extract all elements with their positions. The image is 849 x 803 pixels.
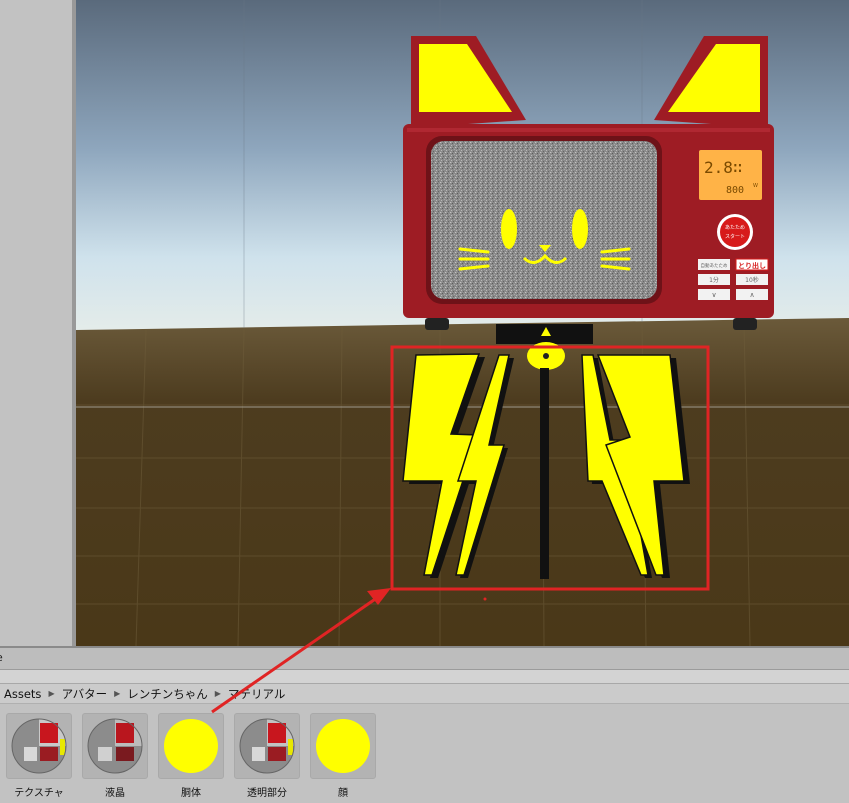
project-tab-bar: e: [0, 648, 849, 670]
asset-label: 液晶: [105, 788, 125, 799]
yellow-sphere-icon: [310, 713, 376, 779]
start-button-label-1: あたため: [725, 225, 745, 231]
breadcrumb: Assets ▶ アバター ▶ レンチンちゃん ▶ マテリアル: [0, 684, 849, 704]
asset-grid: テクスチャ 液晶 胴体 透明部分 顔: [0, 704, 849, 803]
breadcrumb-item-avatar[interactable]: アバター: [60, 686, 110, 702]
microwave-window: [431, 141, 657, 299]
panel-button-label-4: 10秒: [745, 276, 759, 284]
panel-button-label-1: 自動あたため: [701, 262, 728, 269]
right-foot: [733, 318, 757, 330]
asset-item-face[interactable]: 顔: [310, 713, 376, 799]
microwave-body-highlight: [407, 128, 770, 132]
breadcrumb-item-renchin[interactable]: レンチンちゃん: [125, 686, 210, 702]
breadcrumb-arrow-icon: ▶: [48, 689, 55, 698]
scene-canvas[interactable]: 2.8∷ 800 W あたため スタート 自動あたため とり出し 1分 10秒 …: [76, 0, 849, 646]
right-eye: [572, 209, 588, 249]
start-button-inner: [720, 217, 750, 247]
start-button-label-2: スタート: [725, 233, 745, 240]
hierarchy-panel: [0, 0, 72, 648]
left-foot: [425, 318, 449, 330]
textured-sphere-icon: [82, 713, 148, 779]
breadcrumb-arrow-icon: ▶: [214, 689, 221, 698]
lcd-power-unit: W: [753, 183, 758, 189]
asset-item-transparent[interactable]: 透明部分: [234, 713, 300, 799]
textured-sphere-icon: [6, 713, 72, 779]
asset-item-texture[interactable]: テクスチャ: [6, 713, 72, 799]
asset-label: 胴体: [181, 788, 201, 799]
asset-item-body[interactable]: 胴体: [158, 713, 224, 799]
lcd-power: 800: [726, 185, 744, 196]
panel-button-label-6: ∧: [749, 291, 754, 299]
breadcrumb-item-material[interactable]: マテリアル: [226, 686, 287, 702]
panel-button-label-3: 1分: [709, 276, 719, 284]
project-toolbar: [0, 670, 849, 684]
asset-label: 透明部分: [247, 788, 287, 799]
project-tab[interactable]: e: [0, 651, 3, 664]
asset-label: 顔: [338, 788, 348, 799]
asset-label: テクスチャ: [14, 788, 64, 799]
body-center-line: [540, 368, 549, 579]
panel-button-label-5: ∨: [711, 291, 716, 299]
annotation-dot: [483, 597, 487, 601]
asset-item-lcd[interactable]: 液晶: [82, 713, 148, 799]
panel-button-label-2: とり出し: [738, 261, 766, 270]
textured-sphere-icon: [234, 713, 300, 779]
yellow-sphere-icon: [158, 713, 224, 779]
lcd-time: 2.8∷: [704, 158, 743, 177]
breadcrumb-arrow-icon: ▶: [114, 689, 121, 698]
breadcrumb-item-assets[interactable]: Assets: [2, 687, 43, 701]
bell-hole: [543, 353, 549, 359]
left-eye: [501, 209, 517, 249]
scene-view[interactable]: 2.8∷ 800 W あたため スタート 自動あたため とり出し 1分 10秒 …: [76, 0, 849, 646]
